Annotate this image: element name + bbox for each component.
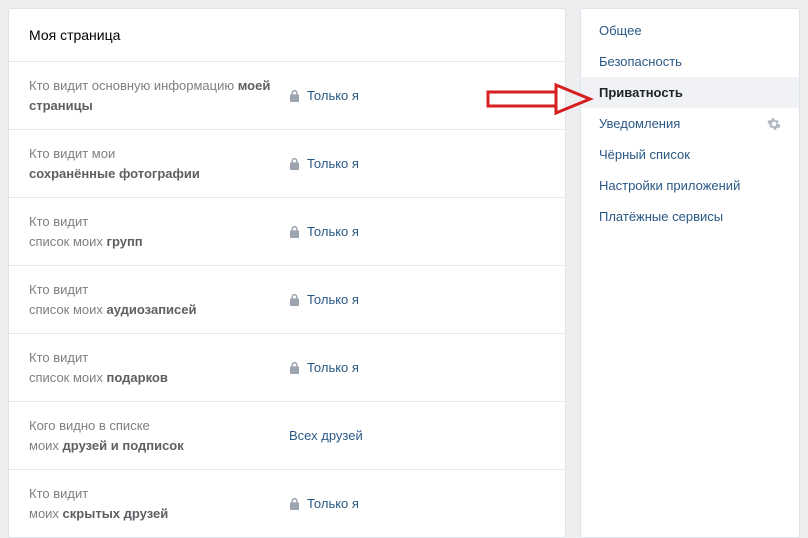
- lock-icon: [289, 294, 300, 306]
- privacy-row-value[interactable]: Только я: [289, 496, 359, 511]
- privacy-row: Кто видитсписок моих групп Только я: [9, 197, 565, 265]
- lock-icon: [289, 90, 300, 102]
- privacy-row: Кто видитсписок моих подарков Только я: [9, 333, 565, 401]
- privacy-row-label: Кого видно в спискемоих друзей и подписо…: [29, 416, 289, 455]
- sidebar-item-label: Приватность: [599, 85, 683, 100]
- lock-icon: [289, 498, 300, 510]
- sidebar-item-3[interactable]: Уведомления: [581, 108, 799, 139]
- privacy-row-label: Кто видит основную информацию моей стран…: [29, 76, 289, 115]
- lock-icon: [289, 226, 300, 238]
- sidebar-item-label: Уведомления: [599, 116, 680, 131]
- privacy-value-text: Только я: [307, 496, 359, 511]
- privacy-row-value[interactable]: Только я: [289, 224, 359, 239]
- sidebar-item-label: Настройки приложений: [599, 178, 740, 193]
- privacy-row-value[interactable]: Только я: [289, 292, 359, 307]
- sidebar-item-label: Общее: [599, 23, 642, 38]
- privacy-row-label: Кто видит моисохранённые фотографии: [29, 144, 289, 183]
- privacy-value-text: Только я: [307, 88, 359, 103]
- privacy-row-value[interactable]: Всех друзей: [289, 428, 363, 443]
- sidebar-item-6[interactable]: Платёжные сервисы: [581, 201, 799, 232]
- sidebar-item-label: Безопасность: [599, 54, 682, 69]
- lock-icon: [289, 158, 300, 170]
- privacy-value-text: Только я: [307, 224, 359, 239]
- sidebar-item-2[interactable]: Приватность: [581, 77, 799, 108]
- sidebar-item-label: Чёрный список: [599, 147, 690, 162]
- privacy-value-text: Только я: [307, 360, 359, 375]
- privacy-row: Кого видно в спискемоих друзей и подписо…: [9, 401, 565, 469]
- sidebar-item-1[interactable]: Безопасность: [581, 46, 799, 77]
- privacy-row: Кто видитмоих скрытых друзей Только я: [9, 469, 565, 537]
- gear-icon[interactable]: [767, 117, 781, 131]
- privacy-settings-list: Кто видит основную информацию моей стран…: [9, 61, 565, 537]
- privacy-row: Кто видит моисохранённые фотографии Тольк…: [9, 129, 565, 197]
- privacy-row-label: Кто видитмоих скрытых друзей: [29, 484, 289, 523]
- sidebar-item-4[interactable]: Чёрный список: [581, 139, 799, 170]
- privacy-row: Кто видит основную информацию моей стран…: [9, 61, 565, 129]
- privacy-settings-panel: Моя страница Кто видит основную информац…: [8, 8, 566, 538]
- lock-icon: [289, 362, 300, 374]
- settings-sidebar: Общее Безопасность Приватность Уведомления Ч…: [580, 8, 800, 538]
- sidebar-item-0[interactable]: Общее: [581, 15, 799, 46]
- privacy-value-text: Только я: [307, 156, 359, 171]
- privacy-row-label: Кто видитсписок моих подарков: [29, 348, 289, 387]
- privacy-row-value[interactable]: Только я: [289, 88, 359, 103]
- privacy-row-label: Кто видитсписок моих групп: [29, 212, 289, 251]
- sidebar-item-5[interactable]: Настройки приложений: [581, 170, 799, 201]
- sidebar-item-label: Платёжные сервисы: [599, 209, 723, 224]
- privacy-row-label: Кто видитсписок моих аудиозаписей: [29, 280, 289, 319]
- section-title: Моя страница: [9, 9, 565, 61]
- privacy-value-text: Всех друзей: [289, 428, 363, 443]
- privacy-row-value[interactable]: Только я: [289, 360, 359, 375]
- privacy-row: Кто видитсписок моих аудиозаписей Только …: [9, 265, 565, 333]
- privacy-value-text: Только я: [307, 292, 359, 307]
- privacy-row-value[interactable]: Только я: [289, 156, 359, 171]
